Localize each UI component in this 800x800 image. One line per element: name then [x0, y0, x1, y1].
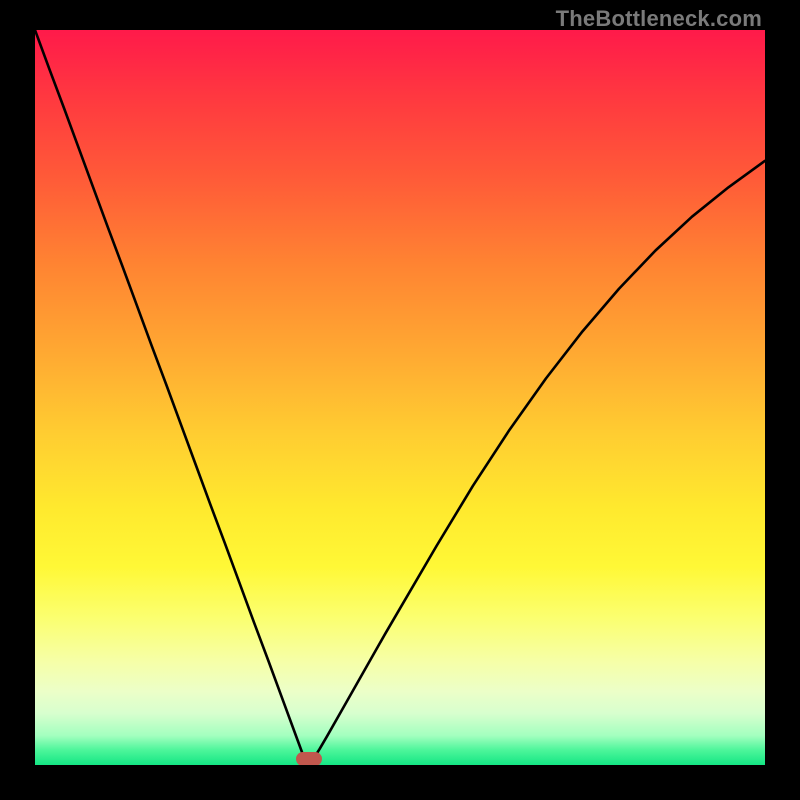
minimum-marker — [296, 752, 322, 765]
chart-frame: TheBottleneck.com — [0, 0, 800, 800]
watermark-text: TheBottleneck.com — [556, 6, 762, 32]
plot-area — [35, 30, 765, 765]
bottleneck-curve — [35, 30, 765, 765]
curve-svg — [35, 30, 765, 765]
